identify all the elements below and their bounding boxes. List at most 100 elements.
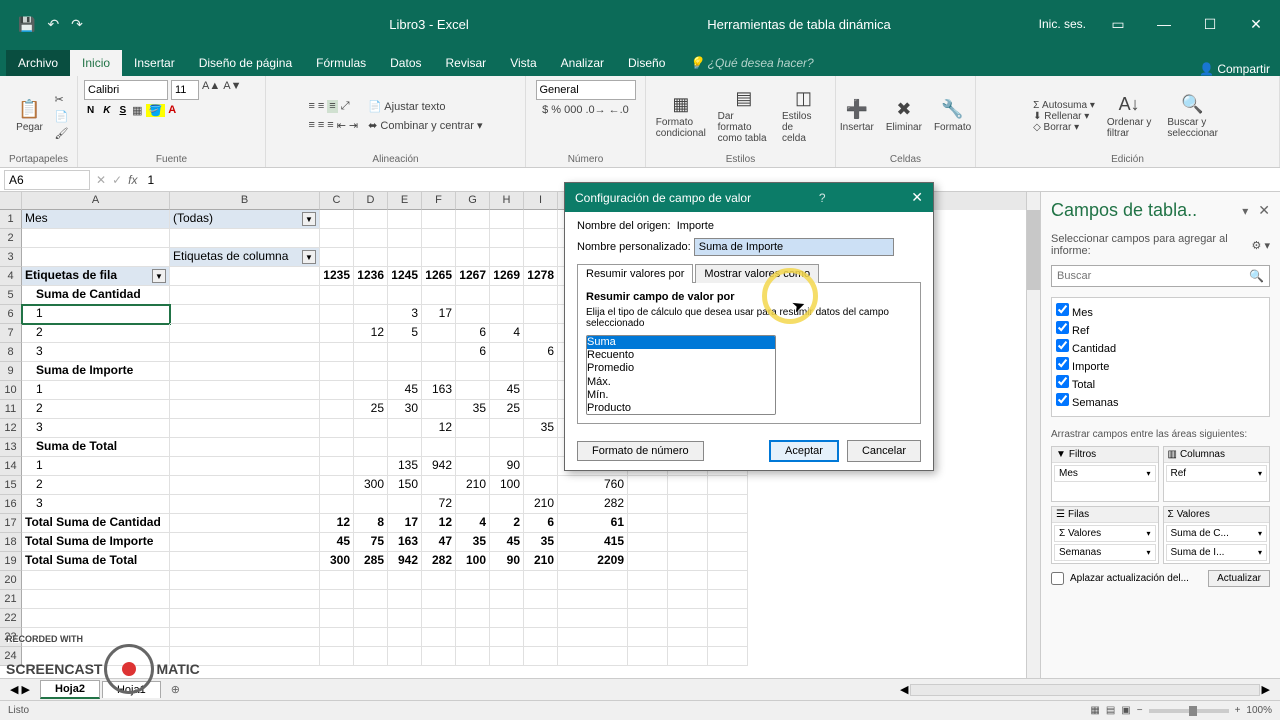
cell[interactable] — [668, 609, 708, 628]
cell[interactable]: 35 — [524, 419, 558, 438]
cell[interactable] — [490, 210, 524, 229]
clear-button[interactable]: ◇ Borrar ▾ — [1033, 122, 1095, 133]
decrease-font-icon[interactable]: A▼ — [223, 80, 241, 100]
row-header[interactable]: 17 — [0, 514, 22, 533]
cell[interactable]: 1278 — [524, 267, 558, 286]
view-layout-icon[interactable]: ▤ — [1106, 705, 1115, 716]
row-header[interactable]: 5 — [0, 286, 22, 305]
cell[interactable] — [354, 571, 388, 590]
cell[interactable] — [354, 590, 388, 609]
cell[interactable] — [354, 248, 388, 267]
copy-icon[interactable]: 📄 — [55, 110, 69, 123]
save-icon[interactable]: 💾 — [18, 16, 35, 33]
cell[interactable] — [490, 229, 524, 248]
cell[interactable] — [708, 514, 748, 533]
autosum-button[interactable]: Σ Autosuma ▾ — [1033, 100, 1095, 111]
cell[interactable] — [490, 419, 524, 438]
cell[interactable] — [708, 495, 748, 514]
cell[interactable] — [668, 533, 708, 552]
cell[interactable] — [524, 590, 558, 609]
tab-file[interactable]: Archivo — [6, 50, 70, 76]
cell[interactable] — [22, 248, 170, 267]
tab-insert[interactable]: Insertar — [122, 50, 187, 76]
cell[interactable] — [668, 552, 708, 571]
cell[interactable] — [170, 476, 320, 495]
cell[interactable]: 2 — [22, 324, 170, 343]
search-input[interactable] — [1057, 269, 1249, 283]
cell[interactable] — [456, 305, 490, 324]
cell[interactable] — [354, 609, 388, 628]
row-header[interactable]: 7 — [0, 324, 22, 343]
field-checkbox[interactable]: Cantidad — [1056, 338, 1265, 356]
cell[interactable] — [354, 457, 388, 476]
cell[interactable] — [456, 495, 490, 514]
cell[interactable] — [422, 248, 456, 267]
cell[interactable] — [388, 609, 422, 628]
cell[interactable]: 1269 — [490, 267, 524, 286]
bold-button[interactable]: N — [84, 104, 97, 117]
area-item[interactable]: Semanas▾ — [1054, 544, 1156, 561]
pane-dropdown-icon[interactable]: ▾ — [1242, 204, 1248, 218]
cell[interactable] — [320, 210, 354, 229]
fill-color-icon[interactable]: 🪣 — [146, 104, 166, 117]
cell[interactable] — [388, 343, 422, 362]
cell[interactable]: 135 — [388, 457, 422, 476]
tab-review[interactable]: Revisar — [434, 50, 499, 76]
cell[interactable] — [668, 476, 708, 495]
tab-analyze[interactable]: Analizar — [549, 50, 616, 76]
cell[interactable] — [456, 381, 490, 400]
cell[interactable] — [524, 324, 558, 343]
cell[interactable] — [490, 362, 524, 381]
cell[interactable] — [456, 229, 490, 248]
cell[interactable]: 1235 — [320, 267, 354, 286]
col-header[interactable]: H — [490, 192, 524, 210]
cell[interactable]: 12 — [320, 514, 354, 533]
cell[interactable]: 3 — [22, 495, 170, 514]
cell[interactable] — [422, 400, 456, 419]
cell[interactable] — [456, 590, 490, 609]
area-item[interactable]: Suma de C...▾ — [1166, 525, 1268, 542]
number-format-button[interactable]: Formato de número — [577, 441, 704, 461]
cell[interactable] — [170, 381, 320, 400]
cell[interactable] — [490, 305, 524, 324]
cell[interactable] — [170, 229, 320, 248]
cell[interactable] — [422, 343, 456, 362]
row-header[interactable]: 2 — [0, 229, 22, 248]
cell[interactable] — [320, 248, 354, 267]
cell[interactable] — [524, 229, 558, 248]
cell[interactable] — [388, 210, 422, 229]
format-painter-icon[interactable]: 🖌 — [55, 127, 69, 140]
cell[interactable] — [456, 286, 490, 305]
cell[interactable] — [170, 514, 320, 533]
cell[interactable] — [388, 229, 422, 248]
cell[interactable]: 150 — [388, 476, 422, 495]
cell[interactable] — [490, 495, 524, 514]
cell[interactable]: 942 — [388, 552, 422, 571]
horizontal-scrollbar[interactable]: ◀▶ — [900, 683, 1280, 696]
cell[interactable] — [22, 229, 170, 248]
col-header[interactable]: A — [22, 192, 170, 210]
cell[interactable]: 163 — [422, 381, 456, 400]
font-size-input[interactable] — [171, 80, 199, 100]
area-columns[interactable]: ▥ Columnas Ref▾ — [1163, 446, 1271, 502]
cell[interactable] — [388, 647, 422, 666]
cell[interactable] — [170, 590, 320, 609]
row-header[interactable]: 18 — [0, 533, 22, 552]
cell[interactable]: 1245 — [388, 267, 422, 286]
cell[interactable]: 210 — [524, 495, 558, 514]
cell[interactable]: 35 — [456, 533, 490, 552]
row-header[interactable]: 13 — [0, 438, 22, 457]
cell[interactable] — [456, 628, 490, 647]
update-button[interactable]: Actualizar — [1208, 570, 1270, 587]
cell[interactable] — [354, 628, 388, 647]
cell[interactable] — [388, 286, 422, 305]
row-header[interactable]: 15 — [0, 476, 22, 495]
cell[interactable] — [320, 305, 354, 324]
cell[interactable] — [456, 438, 490, 457]
cell[interactable] — [668, 514, 708, 533]
cell[interactable]: 1236 — [354, 267, 388, 286]
field-list[interactable]: Mes Ref Cantidad Importe Total Semanas — [1051, 297, 1270, 417]
tab-show-as[interactable]: Mostrar valores como — [695, 264, 819, 283]
field-checkbox[interactable]: Semanas — [1056, 392, 1265, 410]
table-format-button[interactable]: ▤Dar formato como tabla — [714, 86, 774, 146]
